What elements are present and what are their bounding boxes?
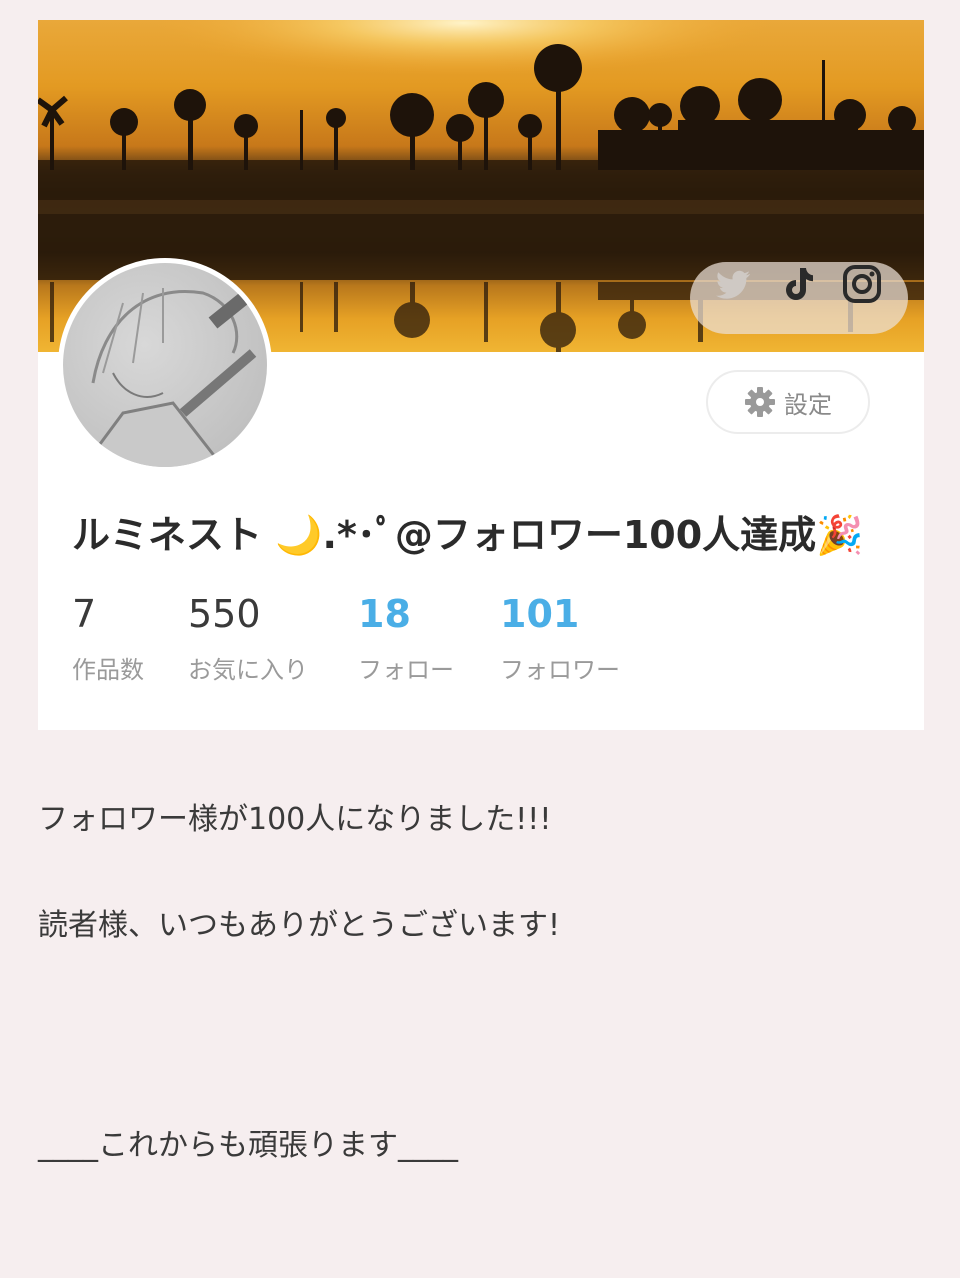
- stat-following-label: フォロー: [358, 656, 454, 684]
- twitter-icon[interactable]: [712, 262, 756, 306]
- stat-works[interactable]: 7 作品数: [72, 592, 144, 685]
- avatar-sketch-image: [63, 263, 267, 467]
- stat-following-value: 18: [358, 592, 411, 636]
- profile-card: 設定 ルミネスト 🌙.*･ﾟ@フォロワー100人達成🎉 7 作品数 550 お気…: [38, 20, 924, 730]
- stat-works-label: 作品数: [72, 656, 144, 684]
- instagram-icon[interactable]: [840, 262, 884, 306]
- username: ルミネスト 🌙.*･ﾟ@フォロワー100人達成🎉: [72, 513, 864, 557]
- stat-favorites[interactable]: 550 お気に入り: [188, 592, 308, 685]
- stat-followers[interactable]: 101 フォロワー: [500, 592, 620, 685]
- stat-works-value: 7: [72, 592, 97, 636]
- stat-followers-value: 101: [500, 592, 580, 636]
- settings-button[interactable]: 設定: [706, 370, 870, 434]
- tiktok-icon[interactable]: [776, 262, 820, 306]
- stat-followers-label: フォロワー: [500, 656, 620, 684]
- stat-favorites-label: お気に入り: [188, 656, 308, 684]
- post-line-2: 読者様、いつもありがとうございます!: [38, 908, 561, 943]
- post-line-1: フォロワー様が100人になりました!!!: [38, 802, 552, 837]
- gear-icon: [745, 387, 775, 417]
- post-line-3: ____これからも頑張ります____: [38, 1128, 458, 1163]
- avatar[interactable]: [58, 258, 272, 472]
- settings-label: 設定: [784, 390, 832, 419]
- stat-following[interactable]: 18 フォロー: [358, 592, 454, 685]
- social-links: [690, 262, 908, 334]
- stat-favorites-value: 550: [188, 592, 261, 636]
